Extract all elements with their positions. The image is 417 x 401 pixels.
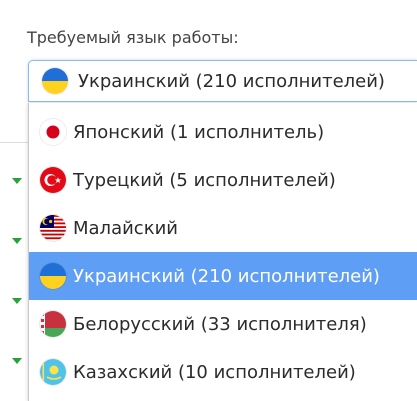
belarus-flag-icon	[40, 311, 66, 337]
language-option-ukrainian[interactable]: Украинский (210 исполнителей)	[29, 252, 417, 300]
language-select[interactable]: Украинский (210 исполнителей)	[28, 60, 417, 102]
language-option-label: Украинский (210 исполнителей)	[73, 265, 380, 287]
language-option-label: Японский (1 исполнитель)	[73, 121, 325, 143]
ukraine-flag-icon	[40, 263, 66, 289]
language-field-label: Требуемый язык работы:	[27, 28, 239, 47]
language-option-belarusian[interactable]: Белорусский (33 исполнителя)	[29, 300, 417, 348]
collapse-arrow-icon[interactable]	[12, 238, 22, 244]
language-option-label: Турецкий (5 исполнителей)	[73, 169, 336, 191]
page: Требуемый язык работы: Украинский (210 и…	[0, 0, 417, 401]
language-option-kazakh[interactable]: Казахский (10 исполнителей)	[29, 348, 417, 396]
kazakhstan-flag-icon	[40, 359, 66, 385]
collapse-arrow-icon[interactable]	[12, 298, 22, 304]
language-option-label: Белорусский (33 исполнителя)	[73, 313, 367, 335]
language-option-turkish[interactable]: Турецкий (5 исполнителей)	[29, 156, 417, 204]
turkey-flag-icon	[40, 167, 66, 193]
malaysia-flag-icon	[40, 215, 66, 241]
japan-flag-icon	[40, 119, 66, 145]
language-option-label: Казахский (10 исполнителей)	[73, 361, 356, 383]
language-select-value: Украинский (210 исполнителей)	[78, 70, 385, 92]
collapse-arrow-icon[interactable]	[12, 358, 22, 364]
language-option-label: Малайский	[73, 217, 178, 239]
language-dropdown-list: Японский (1 исполнитель) Турецкий (5 исп…	[28, 103, 417, 401]
language-option-japanese[interactable]: Японский (1 исполнитель)	[29, 108, 417, 156]
language-option-malay[interactable]: Малайский	[29, 204, 417, 252]
background-divider	[0, 142, 28, 143]
collapse-arrow-icon[interactable]	[12, 178, 22, 184]
ukraine-flag-icon	[42, 68, 68, 94]
